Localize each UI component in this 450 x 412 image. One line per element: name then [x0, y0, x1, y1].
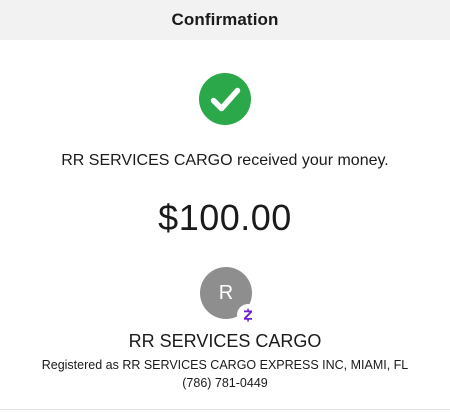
header-bar: Confirmation: [0, 0, 450, 40]
recipient-phone: (786) 781-0449: [182, 376, 268, 390]
zelle-icon: [237, 304, 259, 326]
page-title: Confirmation: [171, 10, 279, 29]
success-check-icon: [199, 73, 251, 125]
avatar-initial: R: [218, 281, 234, 304]
recipient-name: RR SERVICES CARGO: [128, 331, 322, 351]
registered-as-text: Registered as RR SERVICES CARGO EXPRESS …: [41, 358, 409, 372]
confirmation-message: RR SERVICES CARGO received your money.: [61, 152, 389, 169]
divider: [0, 409, 450, 410]
amount-value: $100.00: [158, 197, 292, 238]
